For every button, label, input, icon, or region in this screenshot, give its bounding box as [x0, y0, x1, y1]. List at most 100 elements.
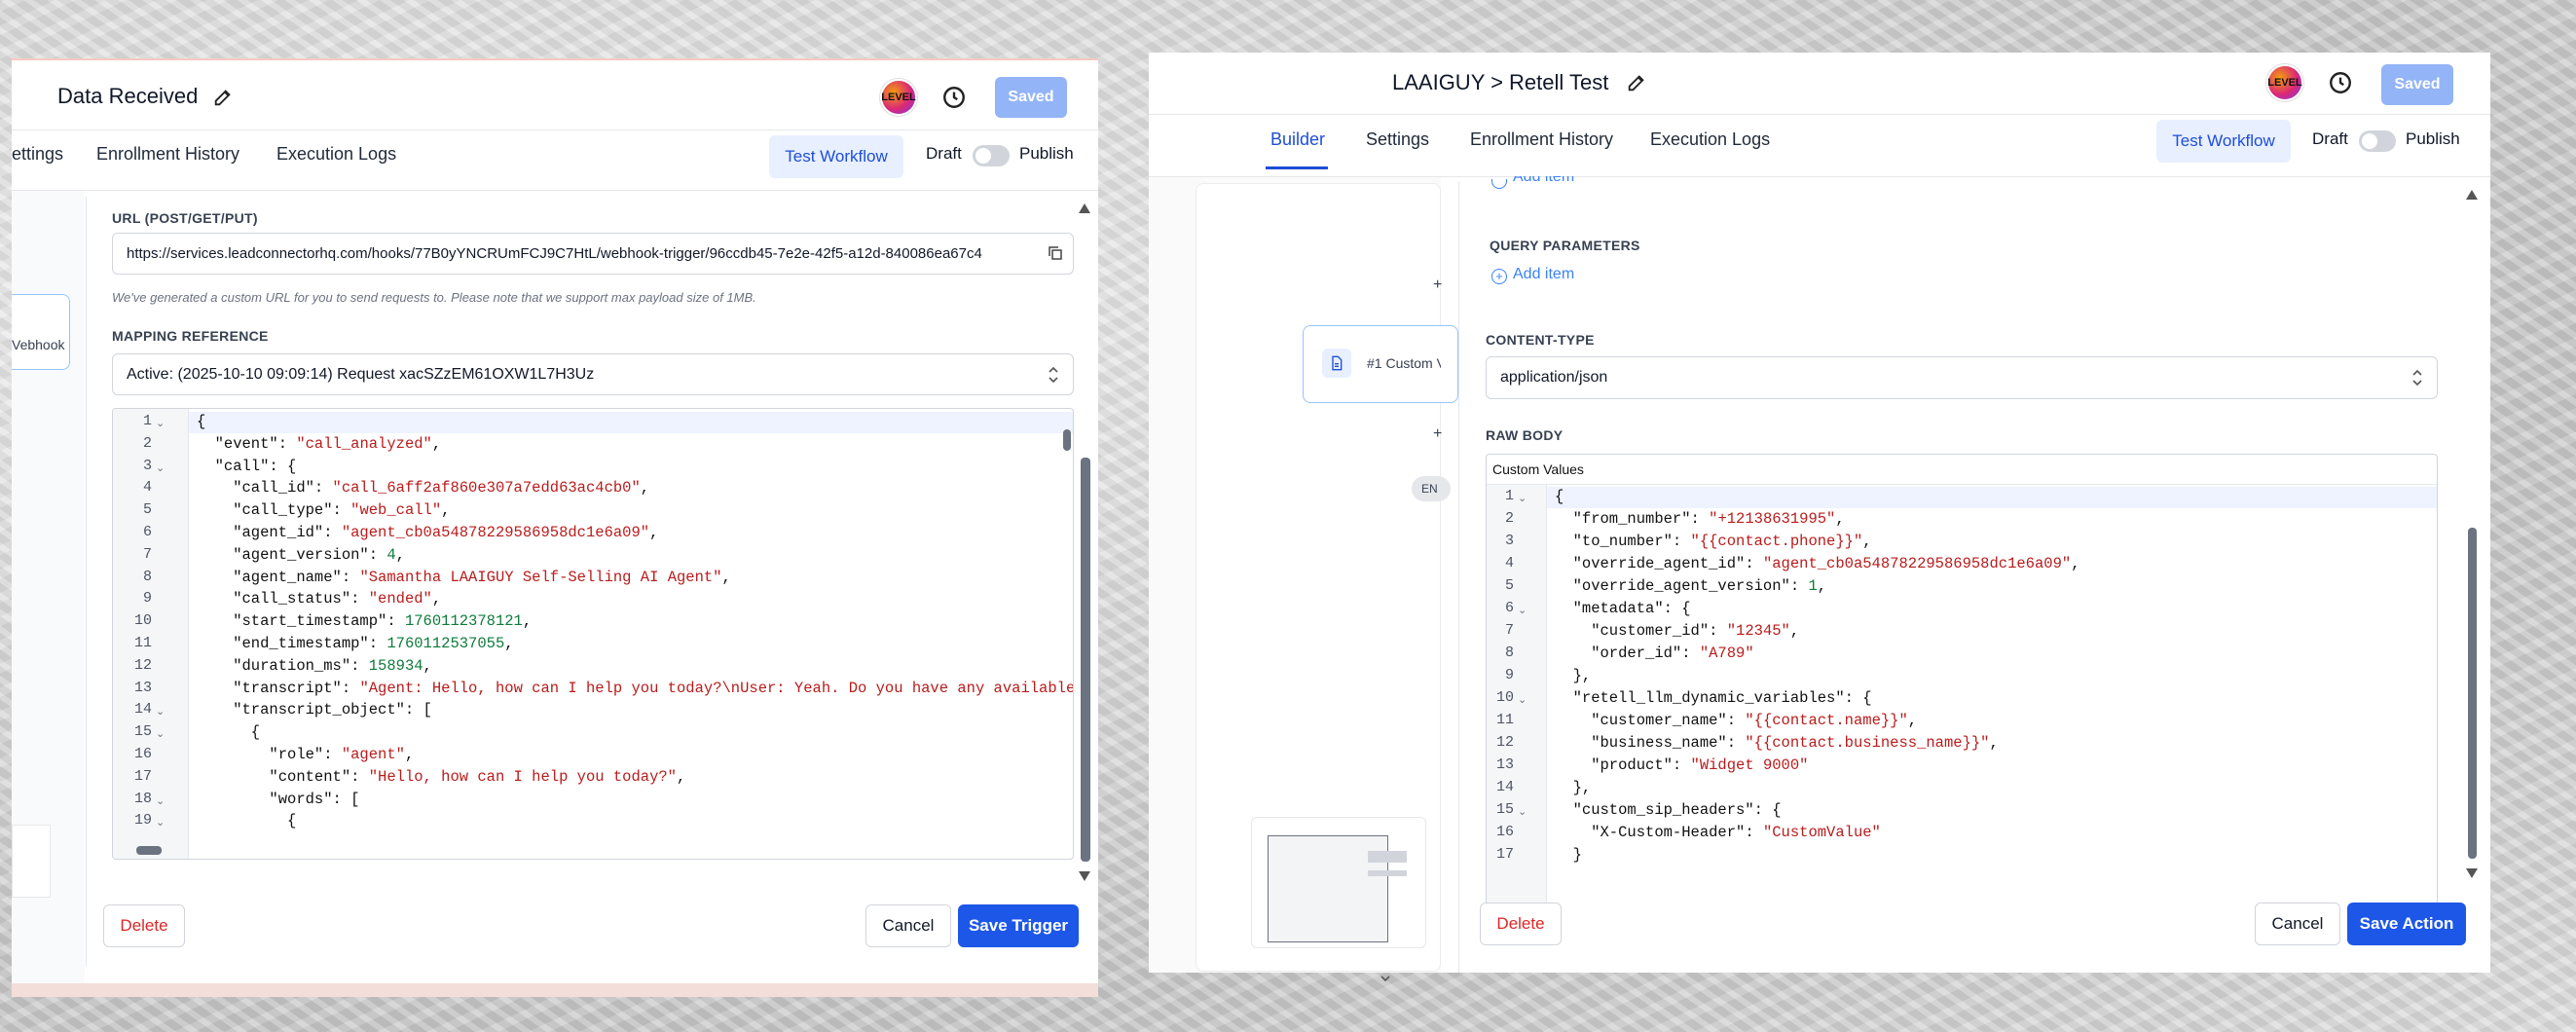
saved-button[interactable]: Saved — [995, 77, 1067, 118]
fold-chevron-icon[interactable]: ⌄ — [156, 816, 165, 829]
tab-enrollment-history[interactable]: Enrollment History — [1470, 129, 1613, 150]
delete-button[interactable]: Delete — [103, 904, 185, 947]
code-line: "role": "agent", — [197, 746, 415, 763]
delete-button[interactable]: Delete — [1480, 903, 1562, 945]
workflow-title: Data Received — [57, 84, 199, 108]
publish-toggle[interactable] — [973, 145, 1010, 166]
line-number: 14 — [1495, 779, 1514, 795]
cancel-button[interactable]: Cancel — [865, 904, 951, 947]
fold-chevron-icon[interactable]: ⌄ — [156, 417, 165, 429]
line-number: 1 — [142, 413, 152, 429]
edit-title-icon[interactable] — [1626, 72, 1647, 93]
code-horizontal-scrollbar[interactable] — [136, 846, 162, 855]
scroll-up-arrow-icon[interactable] — [2465, 189, 2479, 201]
canvas-collapse-chevron-icon[interactable] — [1379, 974, 1392, 985]
cancel-button[interactable]: Cancel — [2255, 903, 2340, 945]
raw-body-editor[interactable]: Custom Values 1 ⌄ {2 "from_number": "+1213… — [1486, 454, 2438, 937]
payload-code-editor[interactable]: 1 ⌄ {2 "event": "call_analyzed", 3 ⌄ "call":… — [112, 408, 1074, 860]
line-number: 8 — [1504, 645, 1514, 661]
minimap-node-2 — [1368, 870, 1407, 876]
user-avatar[interactable]: LEVEL — [2266, 64, 2303, 101]
line-number: 3 — [1504, 533, 1514, 549]
code-line: }, — [1555, 667, 1592, 684]
code-line: "call_type": "web_call", — [197, 501, 451, 520]
line-number: 5 — [1504, 577, 1514, 594]
query-parameters-label: QUERY PARAMETERS — [1490, 238, 1640, 253]
fold-chevron-icon[interactable]: ⌄ — [156, 794, 165, 807]
tab-settings[interactable]: Settings — [1366, 129, 1429, 150]
saved-button[interactable]: Saved — [2381, 64, 2453, 105]
content-type-select[interactable]: application/json — [1486, 356, 2438, 399]
custom-values-bar — [1487, 455, 2437, 485]
line-number: 1 — [1504, 488, 1514, 504]
code-line: { — [1555, 488, 1564, 505]
custom-values-button[interactable]: Custom Values — [1492, 461, 1584, 477]
mapping-reference-select[interactable]: Active: (2025-10-10 09:09:14) Request xa… — [112, 353, 1074, 395]
tab-builder[interactable]: Builder — [1270, 129, 1325, 150]
line-number: 10 — [133, 612, 152, 630]
active-line-highlight — [189, 412, 1073, 433]
code-line: "start_timestamp": 1760112378121, — [197, 612, 533, 631]
workflow-title: LAAIGUY > Retell Test — [1392, 70, 1609, 94]
line-number: 17 — [1495, 846, 1514, 863]
copy-url-icon[interactable] — [1047, 244, 1064, 262]
panel-scrollbar[interactable] — [1081, 458, 1090, 862]
trigger-node-partial[interactable] — [12, 294, 70, 370]
line-number: 15 — [133, 723, 152, 741]
fold-chevron-icon[interactable]: ⌄ — [1518, 693, 1527, 706]
user-avatar[interactable]: LEVEL — [880, 79, 917, 116]
url-help-text: We've generated a custom URL for you to … — [112, 290, 756, 305]
draft-label: Draft — [2312, 129, 2348, 148]
publish-label: Publish — [1019, 144, 1074, 163]
code-line: "business_name": "{{contact.business_nam… — [1555, 734, 1999, 752]
code-line: "transcript_object": [ — [197, 701, 432, 719]
fold-chevron-icon[interactable]: ⌄ — [156, 461, 165, 474]
scroll-down-arrow-icon[interactable] — [2465, 867, 2479, 879]
line-number: 9 — [142, 590, 152, 608]
scroll-up-arrow-icon[interactable] — [1078, 203, 1091, 214]
scroll-down-arrow-icon[interactable] — [1078, 870, 1091, 882]
line-number: 6 — [142, 524, 152, 540]
line-number: 18 — [133, 790, 152, 807]
plus-connector-2[interactable]: + — [1433, 425, 1442, 443]
code-vertical-scrollbar[interactable] — [1063, 429, 1071, 451]
panel-scrollbar[interactable] — [2468, 528, 2477, 859]
test-workflow-button[interactable]: Test Workflow — [769, 135, 903, 178]
add-item-icon[interactable]: + — [1491, 269, 1507, 284]
fold-chevron-icon[interactable]: ⌄ — [1518, 492, 1527, 504]
code-line: { — [197, 413, 206, 430]
minimap-node-1 — [1368, 851, 1407, 863]
line-number: 11 — [1495, 712, 1514, 728]
save-action-button[interactable]: Save Action — [2347, 903, 2466, 945]
fold-chevron-icon[interactable]: ⌄ — [156, 727, 165, 740]
add-query-parameter-link[interactable]: Add item — [1513, 266, 1574, 283]
line-number: 11 — [133, 635, 152, 651]
save-trigger-button[interactable]: Save Trigger — [958, 904, 1079, 947]
code-line: "transcript": "Agent: Hello, how can I h… — [197, 679, 1074, 697]
history-icon[interactable] — [2328, 70, 2353, 95]
tab-execution-logs[interactable]: Execution Logs — [276, 144, 396, 165]
fold-chevron-icon[interactable]: ⌄ — [1518, 805, 1527, 818]
line-number: 17 — [133, 767, 152, 785]
canvas-minimap-partial — [12, 825, 51, 898]
tab-settings[interactable]: ettings — [12, 144, 63, 165]
history-icon[interactable] — [941, 85, 967, 110]
tab-enrollment-history[interactable]: Enrollment History — [96, 144, 239, 165]
add-item-top-link[interactable]: Add item — [1513, 176, 1574, 188]
code-line: "words": [ — [197, 790, 360, 808]
code-line: "agent_id": "agent_cb0a54878229586958dc1… — [197, 524, 659, 541]
webhook-url-field[interactable]: https://services.leadconnectorhq.com/hoo… — [112, 233, 1074, 275]
line-number: 4 — [142, 479, 152, 497]
fold-chevron-icon[interactable]: ⌄ — [1518, 604, 1527, 616]
edit-title-icon[interactable] — [212, 87, 234, 108]
fold-chevron-icon[interactable]: ⌄ — [156, 705, 165, 718]
plus-connector[interactable]: + — [1433, 276, 1442, 294]
code-line: "order_id": "A789" — [1555, 645, 1754, 662]
raw-body-label: RAW BODY — [1486, 427, 1564, 443]
publish-toggle[interactable] — [2359, 130, 2396, 152]
code-line: "agent_name": "Samantha LAAIGUY Self-Sel… — [197, 568, 731, 586]
code-line: "call_status": "ended", — [197, 590, 442, 608]
document-icon — [1332, 355, 1343, 371]
test-workflow-button[interactable]: Test Workflow — [2156, 120, 2291, 163]
tab-execution-logs[interactable]: Execution Logs — [1650, 129, 1770, 150]
